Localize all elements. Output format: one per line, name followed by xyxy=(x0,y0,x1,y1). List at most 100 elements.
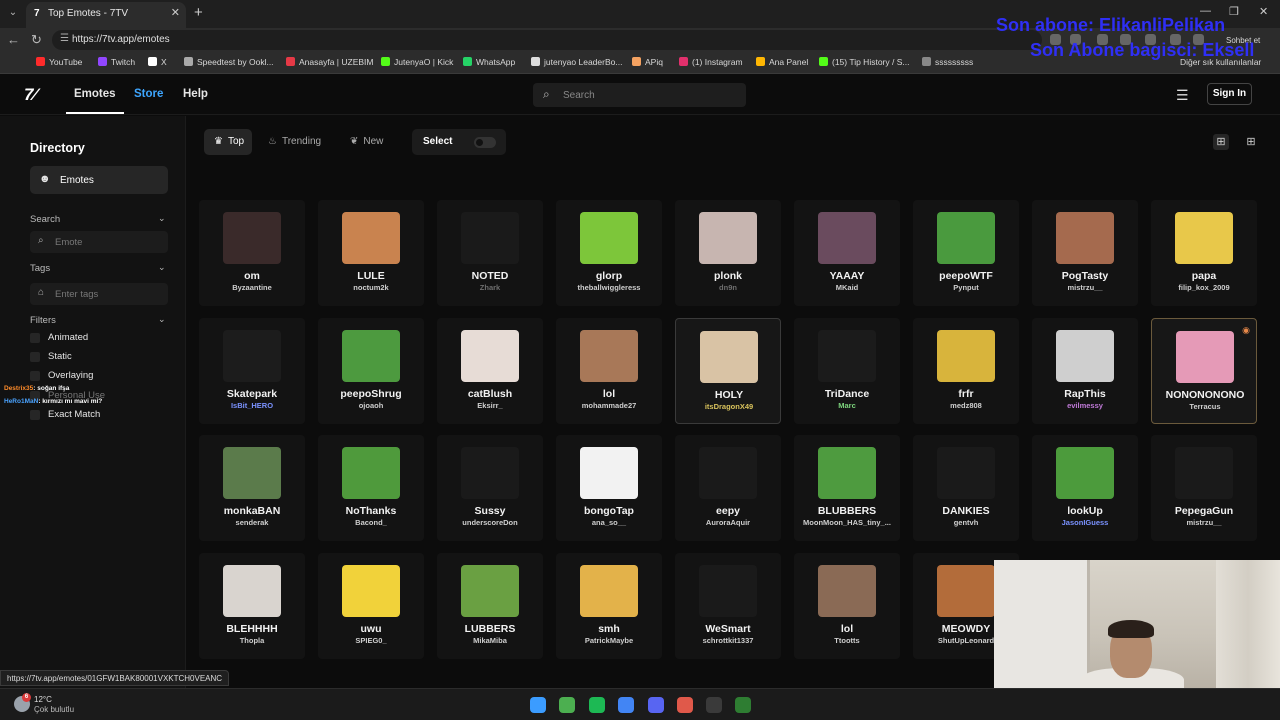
emote-owner[interactable]: Zhark xyxy=(437,283,543,292)
emote-card[interactable]: uwu SPIEG0_ xyxy=(318,552,424,659)
emote-card[interactable]: LULE noctum2k xyxy=(318,200,424,306)
site-search-input[interactable]: ⌕ Search xyxy=(533,83,746,107)
browser-tab[interactable]: 7 Top Emotes - 7TV ✕ xyxy=(26,2,186,28)
emote-owner[interactable]: Byzaantine xyxy=(199,283,305,292)
emote-owner[interactable]: ana_so__ xyxy=(556,518,662,527)
emote-owner[interactable]: mohammade27 xyxy=(556,401,662,410)
bookmark-item[interactable]: Anasayfa | UZEBIM xyxy=(286,57,373,67)
bookmark-item[interactable]: YouTube xyxy=(36,57,82,67)
app-icon[interactable] xyxy=(677,697,693,713)
bookmark-item[interactable]: WhatsApp xyxy=(463,57,515,67)
tab-top[interactable]: ♛ Top xyxy=(204,129,252,155)
emote-card[interactable]: BLUBBERS MoonMoon_HAS_tiny_... xyxy=(794,435,900,541)
chevron-down-icon[interactable]: ⌄ xyxy=(158,314,166,325)
emote-card[interactable]: WeSmart schrottkit1337 xyxy=(675,552,781,659)
emote-card[interactable]: DANKIES gentvh xyxy=(913,435,1019,541)
bookmark-item[interactable]: jutenyao LeaderBo... xyxy=(531,57,622,67)
emote-owner[interactable]: medz808 xyxy=(913,401,1019,410)
emote-card[interactable]: peepoWTF Pynput xyxy=(913,200,1019,306)
filters-section-label[interactable]: Filters xyxy=(30,315,56,326)
emote-owner[interactable]: theballwiggleress xyxy=(556,283,662,292)
emote-card[interactable]: monkaBAN senderak xyxy=(199,435,305,541)
emote-owner[interactable]: itsDragonX49 xyxy=(676,402,782,411)
windows-start-icon[interactable] xyxy=(530,697,546,713)
emote-owner[interactable]: senderak xyxy=(199,518,305,527)
emote-card[interactable]: NOTED Zhark xyxy=(437,200,543,306)
filter-static-label[interactable]: Static xyxy=(48,351,72,362)
emote-card[interactable]: bongoTap ana_so__ xyxy=(556,435,662,541)
emote-owner[interactable]: AuroraAquir xyxy=(675,518,781,527)
emote-owner[interactable]: mistrzu__ xyxy=(1151,518,1257,527)
hamburger-menu-icon[interactable]: ☰ xyxy=(1176,87,1189,104)
emote-owner[interactable]: underscoreDon xyxy=(437,518,543,527)
weather-description[interactable]: Çok bulutlu xyxy=(34,705,74,714)
filter-exact-match-checkbox[interactable] xyxy=(30,410,40,420)
emote-card[interactable]: Sussy underscoreDon xyxy=(437,435,543,541)
restore-icon[interactable]: ❐ xyxy=(1229,5,1239,18)
emote-card[interactable]: plonk dn9n xyxy=(675,200,781,306)
nav-store[interactable]: Store xyxy=(134,88,163,100)
emote-owner[interactable]: MikaMiba xyxy=(437,636,543,645)
emote-card[interactable]: TriDance Marc xyxy=(794,317,900,424)
emote-card[interactable]: BLEHHHH Thopla xyxy=(199,552,305,659)
emote-owner[interactable]: gentvh xyxy=(913,518,1019,527)
tags-input[interactable]: ⌂ Enter tags xyxy=(30,283,168,305)
emote-card[interactable]: eepy AuroraAquir xyxy=(675,435,781,541)
emote-card[interactable]: Skatepark IsBit_HERO xyxy=(199,317,305,424)
emote-search-input[interactable]: ⌕ Emote xyxy=(30,231,168,253)
app-icon-2[interactable] xyxy=(735,697,751,713)
emote-card[interactable]: frfr medz808 xyxy=(913,317,1019,424)
spotify-icon[interactable] xyxy=(589,697,605,713)
nav-emotes[interactable]: Emotes xyxy=(74,88,116,100)
emote-owner[interactable]: ojoaoh xyxy=(318,401,424,410)
chevron-down-icon[interactable]: ⌄ xyxy=(158,213,166,224)
sidebar-item-emotes[interactable]: ☻ Emotes xyxy=(30,166,168,194)
filter-exact-match-label[interactable]: Exact Match xyxy=(48,409,100,420)
bookmark-item[interactable]: (1) Instagram xyxy=(679,57,743,67)
bookmark-item[interactable]: JutenyaO | Kick xyxy=(381,57,453,67)
emote-owner[interactable]: dn9n xyxy=(675,283,781,292)
emote-card[interactable]: smh PatrickMaybe xyxy=(556,552,662,659)
emote-card[interactable]: lol mohammade27 xyxy=(556,317,662,424)
emote-owner[interactable]: filip_kox_2009 xyxy=(1151,283,1257,292)
7tv-logo[interactable]: 7⁄ xyxy=(24,85,36,105)
tab-new[interactable]: ❦ New xyxy=(350,129,400,155)
tab-trending[interactable]: ♨ Trending xyxy=(268,129,338,155)
emote-card[interactable]: peepoShrug ojoaoh xyxy=(318,317,424,424)
emote-card[interactable]: PepegaGun mistrzu__ xyxy=(1151,435,1257,541)
emote-owner[interactable]: schrottkit1337 xyxy=(675,636,781,645)
tags-section-label[interactable]: Tags xyxy=(30,263,50,274)
emote-card[interactable]: NONONONONO Terracus ◉ xyxy=(1151,317,1258,424)
emote-owner[interactable]: SPIEG0_ xyxy=(318,636,424,645)
emote-owner[interactable]: Marc xyxy=(794,401,900,410)
bookmark-item[interactable]: (15) Tip History / S... xyxy=(819,57,909,67)
chevron-down-icon[interactable]: ⌄ xyxy=(158,262,166,273)
chrome-icon[interactable] xyxy=(559,697,575,713)
emote-card[interactable]: catBlush Eksirr_ xyxy=(437,317,543,424)
emote-owner[interactable]: Thopla xyxy=(199,636,305,645)
emote-card[interactable]: LUBBERS MikaMiba xyxy=(437,552,543,659)
new-tab-icon[interactable]: + xyxy=(194,4,203,21)
close-window-icon[interactable]: ✕ xyxy=(1259,5,1268,18)
site-info-icon[interactable]: ☰ xyxy=(60,33,69,44)
emote-owner[interactable]: mistrzu__ xyxy=(1032,283,1138,292)
emote-owner[interactable]: JasonIGuess xyxy=(1032,518,1138,527)
bookmark-item[interactable]: X xyxy=(148,57,167,67)
emote-card[interactable]: papa filip_kox_2009 xyxy=(1151,200,1257,306)
emote-card[interactable]: om Byzaantine xyxy=(199,200,305,306)
search-section-label[interactable]: Search xyxy=(30,214,60,225)
emote-card[interactable]: PogTasty mistrzu__ xyxy=(1032,200,1138,306)
obs-icon[interactable] xyxy=(706,697,722,713)
emote-owner[interactable]: Terracus xyxy=(1152,402,1258,411)
emote-owner[interactable]: IsBit_HERO xyxy=(199,401,305,410)
emote-owner[interactable]: Eksirr_ xyxy=(437,401,543,410)
filter-overlaying-checkbox[interactable] xyxy=(30,371,40,381)
emote-owner[interactable]: PatrickMaybe xyxy=(556,636,662,645)
emote-card[interactable]: HOLY itsDragonX49 xyxy=(675,317,782,424)
sign-in-button[interactable]: Sign In xyxy=(1207,83,1252,105)
emote-card[interactable]: RapThis evilmessy xyxy=(1032,317,1138,424)
filter-animated-label[interactable]: Animated xyxy=(48,332,88,343)
emote-owner[interactable]: Pynput xyxy=(913,283,1019,292)
bookmark-item[interactable]: sssssssss xyxy=(922,57,973,67)
emote-owner[interactable]: Ttootts xyxy=(794,636,900,645)
